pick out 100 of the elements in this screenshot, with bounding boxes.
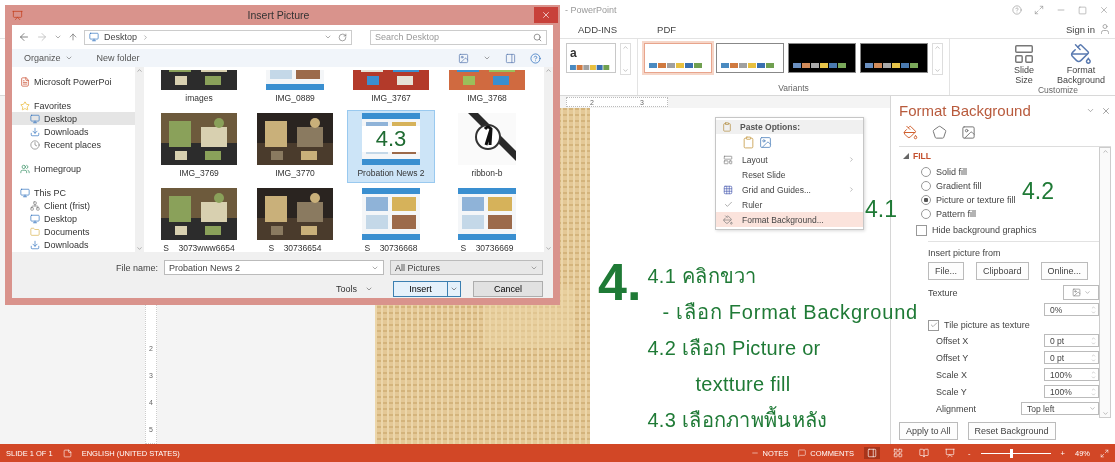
close-icon[interactable] <box>1101 105 1111 116</box>
nav-item[interactable]: Recent places <box>12 138 135 151</box>
texture-dropdown[interactable] <box>1063 285 1099 300</box>
nav-item[interactable]: Client (frist) <box>12 199 135 212</box>
ribbon-button[interactable]: Slide Size <box>1006 43 1042 85</box>
ribbon-tab[interactable]: ADD-INS <box>578 23 618 35</box>
paste-icon[interactable] <box>742 136 755 149</box>
nav-item[interactable]: Homegroup <box>12 162 135 175</box>
spin-field[interactable]: 0 pt <box>1044 351 1099 364</box>
option-label: Picture or texture fill <box>936 195 1016 205</box>
paint-bucket-icon[interactable] <box>903 125 918 140</box>
nav-item[interactable]: This PC <box>12 186 135 199</box>
nav-item[interactable]: Microsoft PowerPoi <box>12 75 135 88</box>
file-item[interactable]: images <box>155 67 243 108</box>
address-bar[interactable]: Desktop <box>84 29 352 45</box>
caret-icon[interactable] <box>483 54 491 62</box>
close-button[interactable] <box>534 7 558 23</box>
file-item[interactable]: IMG_3768 <box>443 67 531 108</box>
theme-thumbnail[interactable]: a <box>566 43 616 73</box>
variant-thumbnail[interactable] <box>788 43 856 73</box>
gallery-scroller[interactable] <box>620 43 631 75</box>
back-icon[interactable] <box>18 31 30 43</box>
nav-item[interactable]: Downloads <box>12 125 135 138</box>
menu-item[interactable]: Format Background... <box>716 212 863 227</box>
ribbon-button[interactable]: Format Background <box>1052 43 1110 85</box>
pane-button[interactable]: Reset Background <box>967 422 1056 440</box>
down-icon <box>1091 374 1096 380</box>
up-icon <box>622 44 629 51</box>
help-icon[interactable] <box>1012 5 1022 15</box>
menu-item[interactable]: Grid and Guides... <box>716 182 863 197</box>
alignment-dropdown[interactable]: Top left <box>1021 402 1099 415</box>
new-folder-button[interactable]: New folder <box>96 53 140 63</box>
menu-item[interactable]: Layout <box>716 152 863 167</box>
zoom-thumb[interactable] <box>1010 448 1013 458</box>
spin-field[interactable]: 100% <box>1044 368 1099 381</box>
monitor-icon <box>30 213 40 224</box>
down-icon <box>1101 410 1109 417</box>
notes-icon[interactable] <box>62 448 72 458</box>
pane-button[interactable]: Apply to All <box>899 422 958 440</box>
nav-item[interactable]: Desktop <box>12 212 135 225</box>
file-name-field[interactable]: Probation News 2 <box>164 260 384 275</box>
variant-thumbnail[interactable] <box>644 43 712 73</box>
gallery-scroller[interactable] <box>932 43 943 75</box>
organize-menu[interactable]: Organize <box>24 53 73 63</box>
pane-title: Format Background <box>899 102 1031 119</box>
variant-thumbnail[interactable] <box>860 43 928 73</box>
restore-icon[interactable] <box>1078 5 1087 15</box>
radio-button[interactable] <box>921 209 931 219</box>
image-icon[interactable] <box>961 125 976 140</box>
source-button[interactable]: Clipboard <box>976 262 1029 280</box>
file-item[interactable]: S__30736654 <box>251 185 339 252</box>
help-icon[interactable] <box>530 52 541 64</box>
spin-field[interactable]: 0 pt <box>1044 334 1099 347</box>
pentagon-icon[interactable] <box>932 125 947 140</box>
instruction-text: 4.1 คลิกขวา <box>647 264 757 289</box>
view-icon[interactable] <box>458 52 469 64</box>
nav-item[interactable]: Documents <box>12 225 135 238</box>
spin-field[interactable]: 100% <box>1044 385 1099 398</box>
up-arrow-icon[interactable] <box>68 32 78 42</box>
fit-icon[interactable] <box>1100 448 1109 458</box>
sign-in-link[interactable]: Sign in <box>1065 23 1095 35</box>
transparency-field[interactable]: 0% <box>1044 303 1099 316</box>
file-item[interactable]: IMG_3767 <box>347 67 435 108</box>
nav-item[interactable]: Desktop <box>12 112 135 125</box>
nav-item[interactable]: Downloads <box>12 238 135 251</box>
menu-item[interactable]: Ruler <box>716 197 863 212</box>
source-button[interactable]: File... <box>928 262 964 280</box>
source-button[interactable]: Online... <box>1040 262 1089 280</box>
file-item[interactable]: S__3073www6654 <box>155 185 243 252</box>
layout-icon <box>723 154 733 165</box>
forward-icon[interactable] <box>36 31 48 43</box>
checkbox[interactable] <box>928 319 939 331</box>
up-icon <box>545 67 552 74</box>
down-icon <box>1091 357 1096 363</box>
scrollbar[interactable] <box>1099 147 1111 418</box>
history-icon[interactable] <box>54 33 62 41</box>
scrollbar[interactable] <box>135 67 144 252</box>
file-item[interactable]: IMG_3770 <box>251 110 339 183</box>
tools-menu[interactable]: Tools <box>330 283 379 295</box>
file-item[interactable]: IMG_0889 <box>251 67 339 108</box>
refresh-icon[interactable] <box>338 32 347 42</box>
checkbox[interactable] <box>916 224 927 236</box>
ribbon-tab[interactable]: PDF <box>657 23 677 35</box>
file-item[interactable]: IMG_3769 <box>155 110 243 183</box>
radio-button[interactable] <box>921 195 931 205</box>
variant-thumbnail[interactable] <box>716 43 784 73</box>
submenu-icon <box>848 186 855 193</box>
paste-picture-icon[interactable] <box>759 136 772 149</box>
preview-pane-icon[interactable] <box>505 52 516 64</box>
nav-item[interactable]: Favorites <box>12 99 135 112</box>
file-name: IMG_0889 <box>275 92 315 105</box>
close-icon[interactable] <box>1099 5 1109 15</box>
radio-button[interactable] <box>921 181 931 191</box>
users-icon <box>20 163 30 174</box>
instruction-text: - เลือก Format Background <box>661 300 918 325</box>
caret-icon[interactable] <box>1086 106 1095 115</box>
menu-header: Paste Options: <box>740 122 800 132</box>
section-header[interactable]: FILL <box>903 151 1099 161</box>
menu-item[interactable]: Reset Slide <box>716 167 863 182</box>
radio-button[interactable] <box>921 167 931 177</box>
